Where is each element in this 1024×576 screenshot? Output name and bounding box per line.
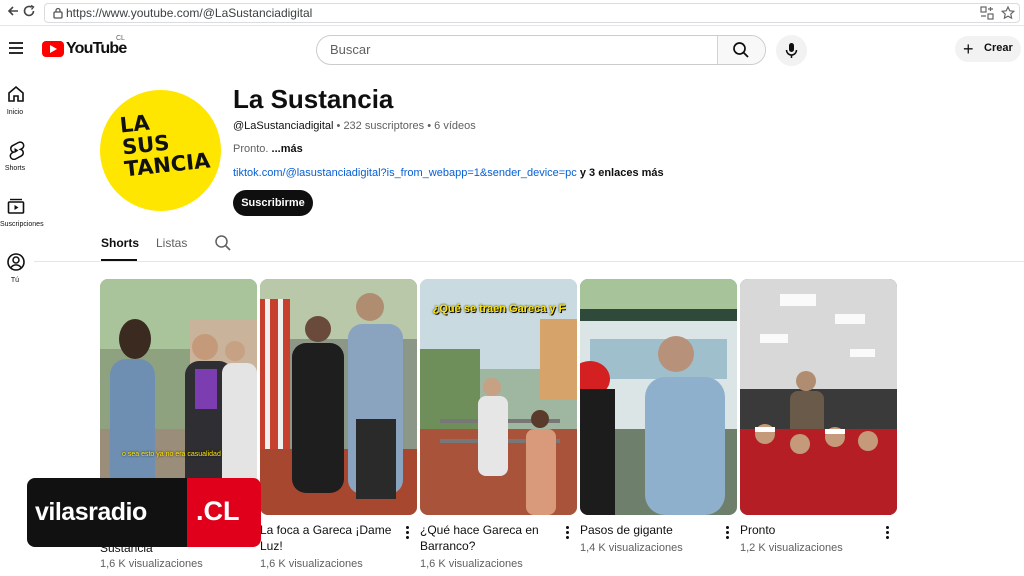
subscriber-count: 232 suscriptores — [343, 120, 425, 132]
active-tab-indicator — [101, 259, 137, 261]
favorite-icon[interactable] — [1000, 5, 1016, 21]
channel-links: tiktok.com/@lasustanciadigital?is_from_w… — [233, 167, 664, 179]
short-views: 1,6 K visualizaciones — [420, 558, 523, 570]
create-button[interactable]: + Crear — [955, 36, 1021, 62]
guide-item-shorts[interactable]: Shorts — [0, 136, 34, 186]
lock-icon[interactable] — [51, 6, 65, 20]
logo-text: YouTube — [66, 40, 127, 57]
short-views: 1,6 K visualizaciones — [100, 558, 203, 570]
reload-icon[interactable] — [20, 4, 38, 22]
more-actions-icon[interactable] — [403, 526, 411, 542]
subscriptions-icon — [7, 198, 25, 214]
short-caption: ¿Qué se traen Gareca y F — [432, 303, 566, 315]
more-link[interactable]: ...más — [272, 143, 303, 155]
guide-label: Inicio — [6, 109, 24, 116]
browser-toolbar: https://www.youtube.com/@LaSustanciadigi… — [0, 0, 1024, 26]
search-button[interactable] — [717, 36, 765, 64]
you-icon — [7, 253, 25, 271]
short-views: 1,4 K visualizaciones — [580, 542, 683, 554]
guide-item-subscriptions[interactable]: Suscripciones — [0, 192, 44, 242]
watermark-black-panel: vilasradio — [27, 478, 187, 547]
youtube-play-icon — [42, 41, 64, 57]
more-actions-icon[interactable] — [723, 526, 731, 542]
short-thumbnail[interactable]: ¿Qué se traen Gareca y F — [420, 279, 577, 515]
masthead: YouTube CL Buscar + Crear — [0, 26, 1024, 72]
short-title[interactable]: Pasos de gigante — [580, 522, 718, 538]
microphone-icon — [785, 43, 798, 58]
guide-item-you[interactable]: Tú — [0, 248, 34, 298]
tab-shorts[interactable]: Shorts — [101, 236, 139, 250]
home-icon — [8, 85, 24, 102]
guide-label: Shorts — [4, 165, 26, 172]
more-actions-icon[interactable] — [883, 526, 891, 542]
channel-link[interactable]: tiktok.com/@lasustanciadigital?is_from_w… — [233, 167, 577, 179]
short-views: 1,2 K visualizaciones — [740, 542, 843, 554]
meta-separator: • — [336, 120, 341, 132]
country-code: CL — [116, 35, 125, 42]
channel-tabs: Shorts Listas — [34, 226, 1024, 262]
channel-avatar[interactable]: LA SUS TANCIA — [100, 90, 221, 211]
more-actions-icon[interactable] — [563, 526, 571, 542]
plus-icon: + — [963, 39, 974, 59]
address-bar[interactable]: https://www.youtube.com/@LaSustanciadigi… — [44, 3, 1020, 23]
channel-metadata: @LaSustanciadigital • 232 suscriptores •… — [233, 120, 476, 132]
short-thumbnail[interactable] — [580, 279, 737, 515]
guide-item-home[interactable]: Inicio — [0, 80, 34, 130]
channel-search-icon[interactable] — [214, 234, 232, 257]
channel-handle: @LaSustanciadigital — [233, 120, 334, 132]
menu-icon[interactable] — [6, 38, 26, 58]
watermark-red-panel: .CL — [187, 478, 261, 547]
short-title[interactable]: La foca a Gareca ¡Dame Luz! — [260, 522, 398, 554]
short-title[interactable]: Pronto — [740, 522, 878, 538]
tab-playlists[interactable]: Listas — [156, 236, 187, 250]
meta-separator: • — [427, 120, 432, 132]
create-label: Crear — [984, 42, 1013, 54]
watermark-domain: .CL — [196, 496, 240, 526]
subscribe-button[interactable]: Suscribirme — [233, 190, 313, 216]
voice-search-button[interactable] — [776, 35, 807, 66]
avatar-logo-text: LA SUS TANCIA — [118, 110, 212, 182]
guide-label: Tú — [10, 277, 20, 284]
description-text: Pronto. — [233, 143, 269, 155]
short-title[interactable]: ¿Qué hace Gareca en Barranco? — [420, 522, 558, 554]
short-thumbnail[interactable] — [740, 279, 897, 515]
search-icon — [733, 42, 749, 58]
short-caption: o sea esto ya no era casualidad — [122, 451, 221, 458]
short-views: 1,6 K visualizaciones — [260, 558, 363, 570]
guide-label: Suscripciones — [0, 221, 44, 228]
channel-description[interactable]: Pronto. ...más — [233, 143, 303, 155]
search-input[interactable]: Buscar — [330, 42, 370, 57]
video-count: 6 vídeos — [434, 120, 476, 132]
watermark-brand: vilasradio — [35, 498, 147, 526]
translate-icon[interactable] — [979, 5, 995, 21]
more-links-button[interactable]: y 3 enlaces más — [580, 167, 664, 179]
shorts-icon — [9, 141, 25, 160]
search-box[interactable]: Buscar — [316, 35, 766, 65]
url-text[interactable]: https://www.youtube.com/@LaSustanciadigi… — [66, 6, 312, 20]
short-thumbnail[interactable] — [260, 279, 417, 515]
vilasradio-watermark: vilasradio .CL — [27, 478, 261, 547]
channel-name: La Sustancia — [233, 84, 394, 114]
